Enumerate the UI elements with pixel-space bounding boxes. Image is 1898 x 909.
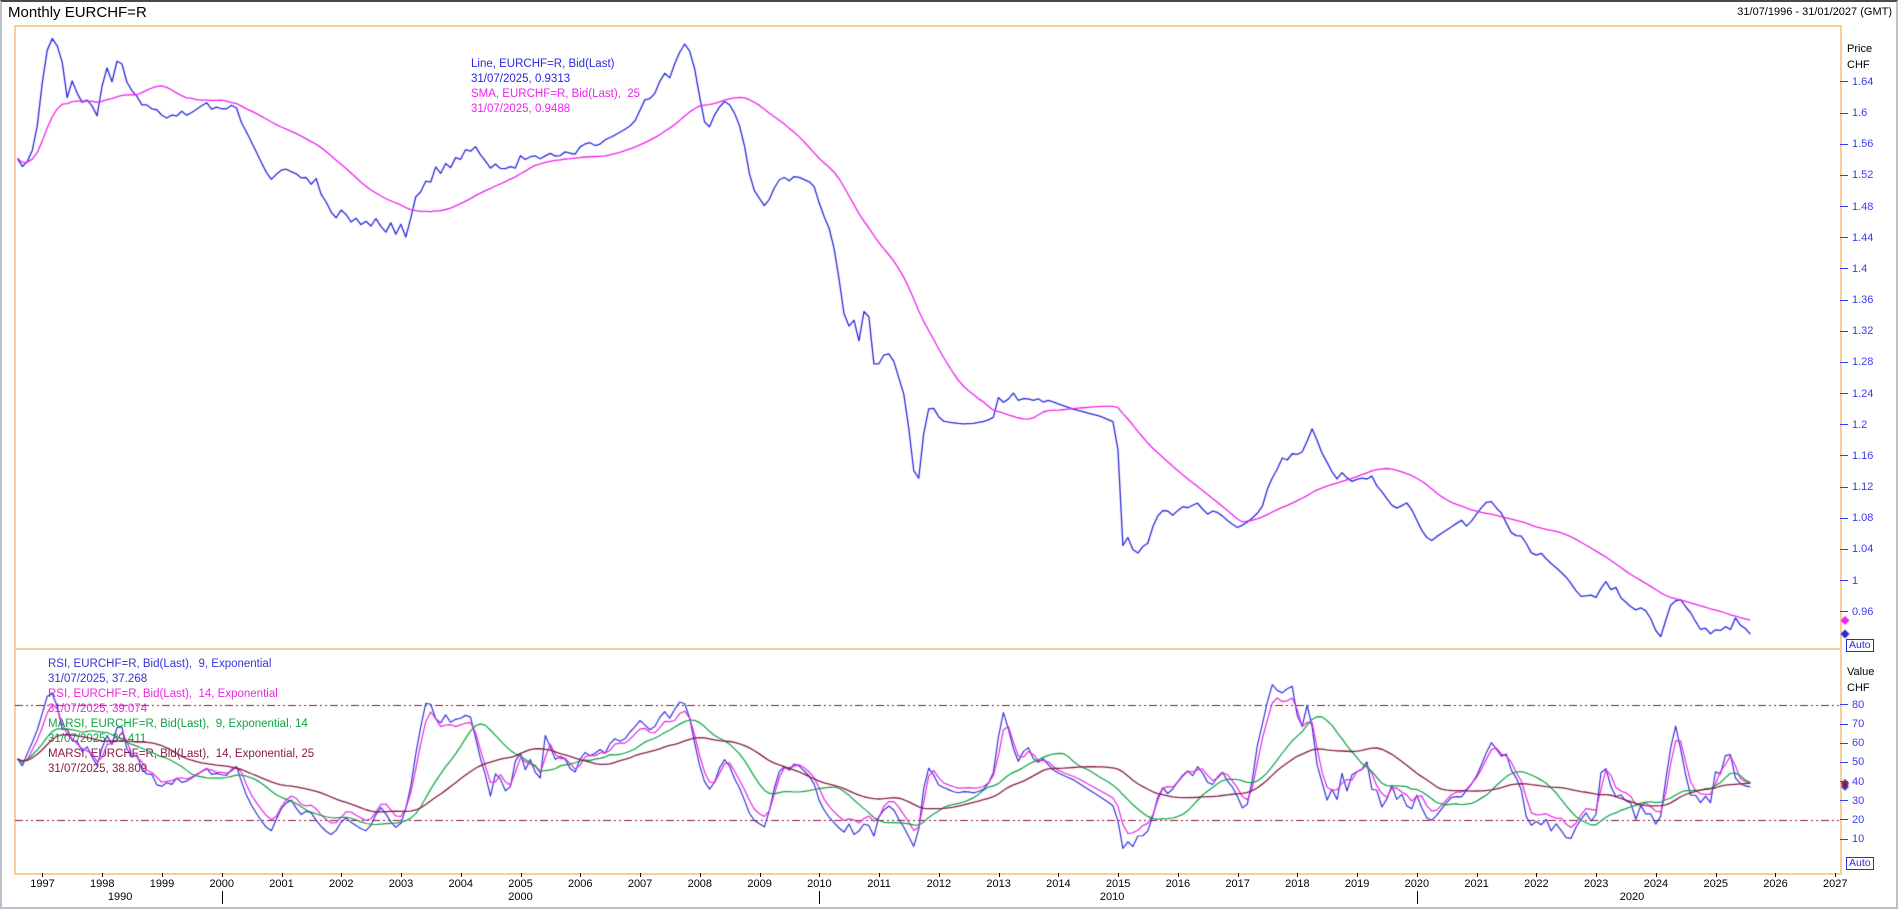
chart-title: Monthly EURCHF=R [8, 4, 147, 21]
year-tick [819, 873, 820, 877]
decade-tick [222, 891, 223, 904]
year-tick [222, 873, 223, 877]
year-tick [1596, 873, 1597, 877]
year-tick [1357, 873, 1358, 877]
year-tick [521, 873, 522, 877]
year-tick [1656, 873, 1657, 877]
value-axis-auto-button[interactable]: Auto [1846, 857, 1874, 870]
year-tick [1775, 873, 1776, 877]
year-tick [1477, 873, 1478, 877]
year-tick [42, 873, 43, 877]
year-tick [1536, 873, 1537, 877]
year-tick [879, 873, 880, 877]
decade-tick [819, 891, 820, 904]
price-axis-auto-button[interactable]: Auto [1846, 639, 1874, 652]
chart-canvas[interactable] [0, 0, 1898, 909]
year-tick [282, 873, 283, 877]
year-tick [1835, 873, 1836, 877]
year-tick [162, 873, 163, 877]
year-tick [1238, 873, 1239, 877]
year-tick [461, 873, 462, 877]
year-tick [1058, 873, 1059, 877]
year-tick [640, 873, 641, 877]
year-tick [102, 873, 103, 877]
year-tick [760, 873, 761, 877]
year-tick [580, 873, 581, 877]
year-tick [939, 873, 940, 877]
year-tick [1716, 873, 1717, 877]
year-tick [1297, 873, 1298, 877]
year-tick [1178, 873, 1179, 877]
year-tick [1118, 873, 1119, 877]
year-tick [999, 873, 1000, 877]
year-tick [700, 873, 701, 877]
year-tick [1417, 873, 1418, 877]
date-range-label: 31/07/1996 - 31/01/2027 (GMT) [1737, 6, 1892, 18]
year-tick [401, 873, 402, 877]
decade-tick [1417, 891, 1418, 904]
year-tick [341, 873, 342, 877]
